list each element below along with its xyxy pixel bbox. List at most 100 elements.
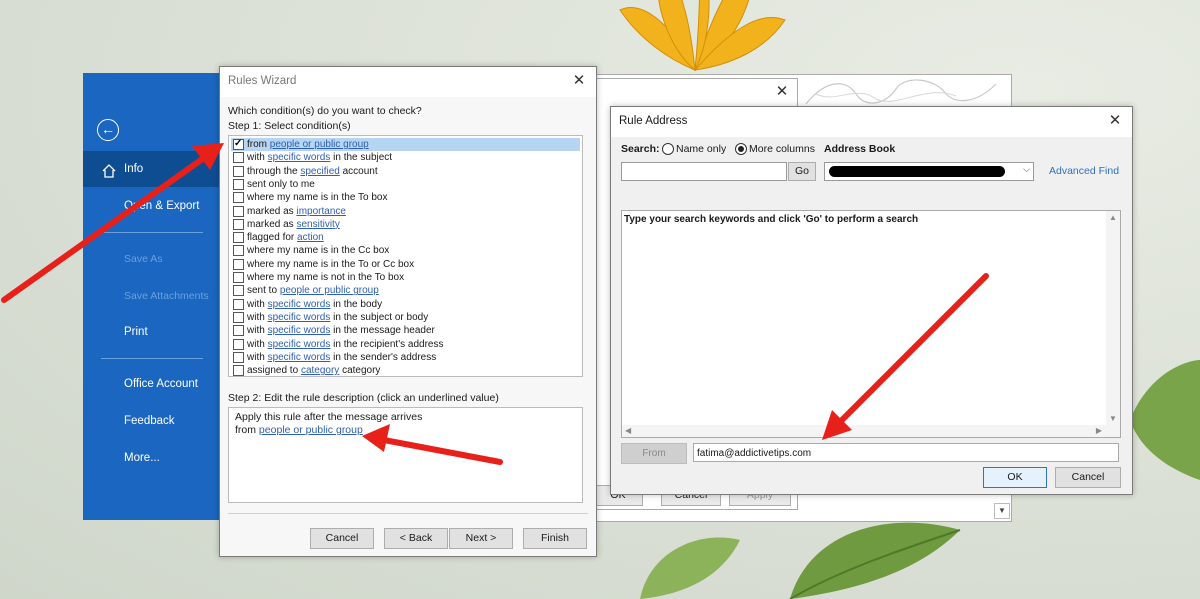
search-label: Search: — [621, 143, 660, 155]
condition-link[interactable]: people or public group — [280, 285, 379, 296]
condition-row[interactable]: with specific words in the sender's addr… — [231, 351, 580, 364]
search-input[interactable] — [621, 162, 787, 181]
condition-text: with specific words in the recipient's a… — [247, 338, 443, 351]
backstage-item-office-account[interactable]: Office Account — [124, 378, 198, 390]
condition-link[interactable]: specific words — [268, 325, 331, 336]
condition-checkbox[interactable] — [233, 325, 244, 337]
condition-link[interactable]: specific words — [268, 312, 331, 323]
condition-text: sent to people or public group — [247, 284, 379, 297]
condition-text: marked as importance — [247, 205, 346, 218]
condition-row[interactable]: from people or public group — [231, 137, 580, 151]
condition-checkbox[interactable] — [233, 178, 244, 190]
condition-row[interactable]: where my name is in the To or Cc box — [231, 258, 580, 271]
condition-checkbox[interactable] — [233, 351, 244, 363]
condition-row[interactable]: sent to people or public group — [231, 284, 580, 297]
scroll-left-icon[interactable]: ◀ — [625, 426, 631, 435]
condition-link[interactable]: sensitivity — [296, 219, 339, 230]
leaf-image — [1130, 360, 1200, 480]
condition-row[interactable]: with specific words in the recipient's a… — [231, 338, 580, 351]
condition-checkbox[interactable] — [233, 272, 244, 283]
condition-checkbox[interactable] — [233, 311, 244, 323]
condition-row[interactable]: sent only to me — [231, 178, 580, 191]
cancel-button[interactable]: Cancel — [1055, 467, 1121, 488]
condition-row[interactable]: with specific words in the subject or bo… — [231, 311, 580, 324]
condition-checkbox[interactable] — [233, 232, 244, 244]
condition-row[interactable]: where my name is in the To box — [231, 191, 580, 204]
condition-checkbox[interactable] — [233, 285, 244, 297]
go-button[interactable]: Go — [788, 162, 816, 181]
results-list[interactable]: Type your search keywords and click 'Go'… — [621, 210, 1121, 438]
condition-checkbox[interactable] — [233, 298, 244, 310]
desc-people-link[interactable]: people or public group — [259, 424, 363, 436]
condition-checkbox[interactable] — [233, 205, 244, 217]
backstage-item-feedback[interactable]: Feedback — [124, 415, 175, 427]
backstage-item-more[interactable]: More... — [124, 452, 160, 464]
condition-row[interactable]: with specific words in the subject — [231, 151, 580, 164]
back-button[interactable]: < Back — [384, 528, 448, 549]
sunflower-image — [619, 0, 786, 72]
condition-checkbox[interactable] — [233, 218, 244, 230]
condition-checkbox[interactable] — [233, 165, 244, 177]
scroll-up-icon[interactable]: ▲ — [1109, 213, 1117, 222]
condition-checkbox[interactable] — [233, 258, 244, 270]
radio-more-columns[interactable] — [735, 143, 747, 155]
condition-row[interactable]: with specific words in the body — [231, 298, 580, 311]
condition-row[interactable]: flagged for action — [231, 231, 580, 244]
condition-link[interactable]: specific words — [268, 299, 331, 310]
advanced-find-link[interactable]: Advanced Find — [1049, 165, 1119, 177]
chevron-down-icon[interactable]: ▼ — [994, 503, 1010, 519]
conditions-list[interactable]: from people or public groupwith specific… — [228, 135, 583, 377]
condition-link[interactable]: specific words — [268, 339, 331, 350]
step1-label: Step 1: Select condition(s) — [228, 120, 351, 132]
condition-row[interactable]: assigned to category category — [231, 364, 580, 377]
condition-text: with specific words in the subject — [247, 151, 392, 164]
horizontal-scrollbar[interactable]: ◀ ▶ — [622, 425, 1120, 437]
cancel-button[interactable]: Cancel — [310, 528, 374, 549]
condition-checkbox[interactable] — [233, 365, 244, 377]
condition-row[interactable]: with specific words in the message heade… — [231, 324, 580, 337]
ok-button[interactable]: OK — [983, 467, 1047, 488]
vertical-scrollbar[interactable]: ▲ ▼ — [1106, 211, 1120, 425]
close-icon[interactable]: ✕ — [1106, 112, 1124, 130]
finish-button[interactable]: Finish — [523, 528, 587, 549]
scroll-down-icon[interactable]: ▼ — [1109, 414, 1117, 423]
radio-name-only[interactable] — [662, 143, 674, 155]
condition-text-pre: where my name is in the Cc box — [247, 245, 390, 257]
condition-text-pre: sent to — [247, 285, 280, 297]
condition-checkbox[interactable] — [233, 137, 244, 150]
from-button[interactable]: From — [621, 443, 687, 464]
condition-text-post: in the sender's address — [330, 351, 437, 363]
condition-row[interactable]: marked as importance — [231, 205, 580, 218]
condition-checkbox[interactable] — [233, 245, 244, 257]
condition-checkbox[interactable] — [233, 338, 244, 350]
close-icon[interactable]: ✕ — [773, 83, 791, 101]
condition-link[interactable]: action — [297, 232, 324, 243]
next-button[interactable]: Next > — [449, 528, 513, 549]
condition-link[interactable]: people or public group — [270, 139, 369, 150]
backstage-item-open-export[interactable]: Open & Export — [124, 200, 199, 212]
condition-checkbox[interactable] — [233, 152, 244, 164]
condition-row[interactable]: where my name is not in the To box — [231, 271, 580, 284]
condition-text-pre: assigned to — [247, 365, 301, 377]
condition-link[interactable]: specified — [300, 166, 339, 177]
address-book-select[interactable]: ⌵ — [824, 162, 1034, 181]
scroll-right-icon[interactable]: ▶ — [1096, 426, 1102, 435]
condition-link[interactable]: specific words — [268, 352, 331, 363]
condition-row[interactable]: where my name is in the Cc box — [231, 244, 580, 257]
condition-link[interactable]: importance — [296, 206, 345, 217]
backstage-item-print[interactable]: Print — [124, 326, 148, 338]
condition-row[interactable]: through the specified account — [231, 165, 580, 178]
condition-checkbox[interactable] — [233, 192, 244, 204]
desc-line-1: Apply this rule after the message arrive… — [235, 411, 423, 423]
radio-more-columns-label: More columns — [749, 143, 815, 155]
close-icon[interactable]: ✕ — [570, 72, 588, 90]
condition-text: flagged for action — [247, 231, 324, 244]
condition-text-pre: with — [247, 351, 268, 363]
condition-text: from people or public group — [247, 138, 369, 151]
condition-link[interactable]: category — [301, 365, 339, 376]
condition-row[interactable]: marked as sensitivity — [231, 218, 580, 231]
back-arrow-icon[interactable]: ← — [97, 119, 119, 141]
backstage-item-info[interactable]: Info — [124, 163, 143, 175]
from-field[interactable]: fatima@addictivetips.com — [693, 443, 1119, 462]
condition-link[interactable]: specific words — [268, 152, 331, 163]
